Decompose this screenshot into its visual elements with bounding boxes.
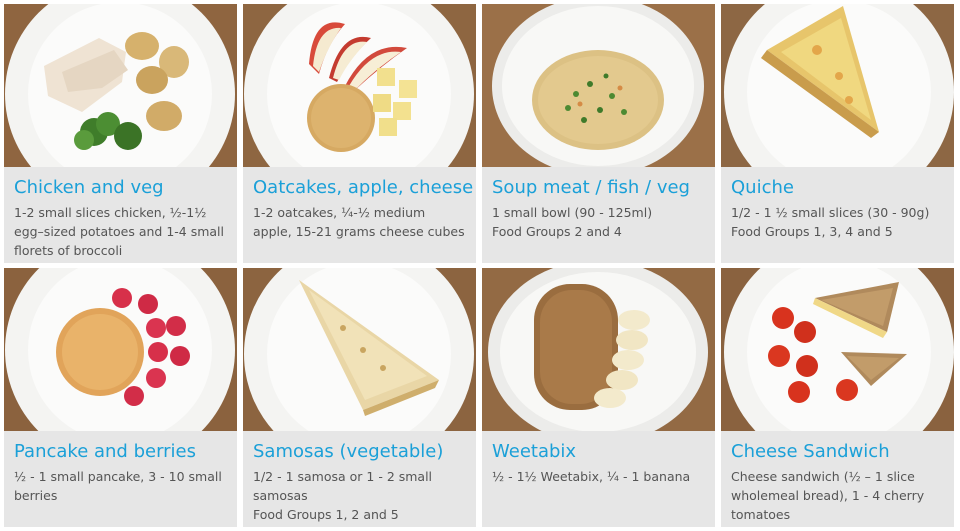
pancake-and-berries-photo — [4, 268, 237, 431]
card-title: Pancake and berries — [14, 441, 197, 462]
description-line: ½ - 1 small pancake, 3 - 10 small berrie… — [14, 469, 222, 503]
card-soup: Soup meat / fish / veg 1 small bowl (90 … — [482, 4, 715, 263]
soup-photo — [482, 4, 715, 167]
quiche-photo — [721, 4, 954, 167]
card-title: Cheese Sandwich — [731, 441, 890, 462]
card-title: Quiche — [731, 177, 794, 198]
card-title: Soup meat / fish / veg — [492, 177, 690, 198]
description-line: 1/2 - 1 samosa or 1 - 2 small samosas — [253, 469, 433, 503]
card-chicken-and-veg: Chicken and veg 1-2 small slices chicken… — [4, 4, 237, 263]
chicken-and-veg-photo — [4, 4, 237, 167]
card-title: Samosas (vegetable) — [253, 441, 444, 462]
description-line: Cheese sandwich (½ – 1 slice wholemeal b… — [731, 469, 925, 522]
card-description: ½ - 1 small pancake, 3 - 10 small berrie… — [14, 467, 227, 505]
card-samosas: Samosas (vegetable) 1/2 - 1 samosa or 1 … — [243, 268, 476, 527]
card-quiche: Quiche 1/2 - 1 ½ small slices (30 - 90g)… — [721, 4, 954, 263]
samosas-photo — [243, 268, 476, 431]
weetabix-photo — [482, 268, 715, 431]
card-description: 1/2 - 1 samosa or 1 - 2 small samosas Fo… — [253, 467, 466, 524]
oatcakes-apple-cheese-photo — [243, 4, 476, 167]
card-oatcakes-apple-cheese: Oatcakes, apple, cheese 1-2 oatcakes, ¼-… — [243, 4, 476, 263]
description-line: Food Groups 2 and 4 — [492, 224, 622, 239]
description-line: Food Groups 1, 3, 4 and 5 — [731, 224, 893, 239]
description-line: 1-2 oatcakes, ¼-½ medium apple, 15-21 gr… — [253, 205, 465, 239]
card-cheese-sandwich: Cheese Sandwich Cheese sandwich (½ – 1 s… — [721, 268, 954, 527]
description-line: ½ - 1½ Weetabix, ¼ - 1 banana — [492, 469, 691, 484]
card-description: 1-2 small slices chicken, ½-1½ egg–sized… — [14, 203, 227, 260]
description-line: 1/2 - 1 ½ small slices (30 - 90g) — [731, 205, 930, 220]
card-description: 1/2 - 1 ½ small slices (30 - 90g) Food G… — [731, 203, 944, 241]
description-line: 1-2 small slices chicken, ½-1½ egg–sized… — [14, 205, 224, 258]
card-description: 1-2 oatcakes, ¼-½ medium apple, 15-21 gr… — [253, 203, 466, 241]
card-description: Cheese sandwich (½ – 1 slice wholemeal b… — [731, 467, 944, 524]
card-pancake-and-berries: Pancake and berries ½ - 1 small pancake,… — [4, 268, 237, 527]
card-title: Oatcakes, apple, cheese — [253, 177, 474, 198]
card-description: ½ - 1½ Weetabix, ¼ - 1 banana — [492, 467, 705, 486]
card-title: Weetabix — [492, 441, 577, 462]
card-weetabix: Weetabix ½ - 1½ Weetabix, ¼ - 1 banana — [482, 268, 715, 527]
description-line: 1 small bowl (90 - 125ml) — [492, 205, 653, 220]
food-grid: Chicken and veg 1-2 small slices chicken… — [0, 0, 960, 531]
card-description: 1 small bowl (90 - 125ml) Food Groups 2 … — [492, 203, 705, 241]
description-line: Food Groups 1, 2 and 5 — [253, 507, 399, 522]
card-title: Chicken and veg — [14, 177, 164, 198]
cheese-sandwich-photo — [721, 268, 954, 431]
